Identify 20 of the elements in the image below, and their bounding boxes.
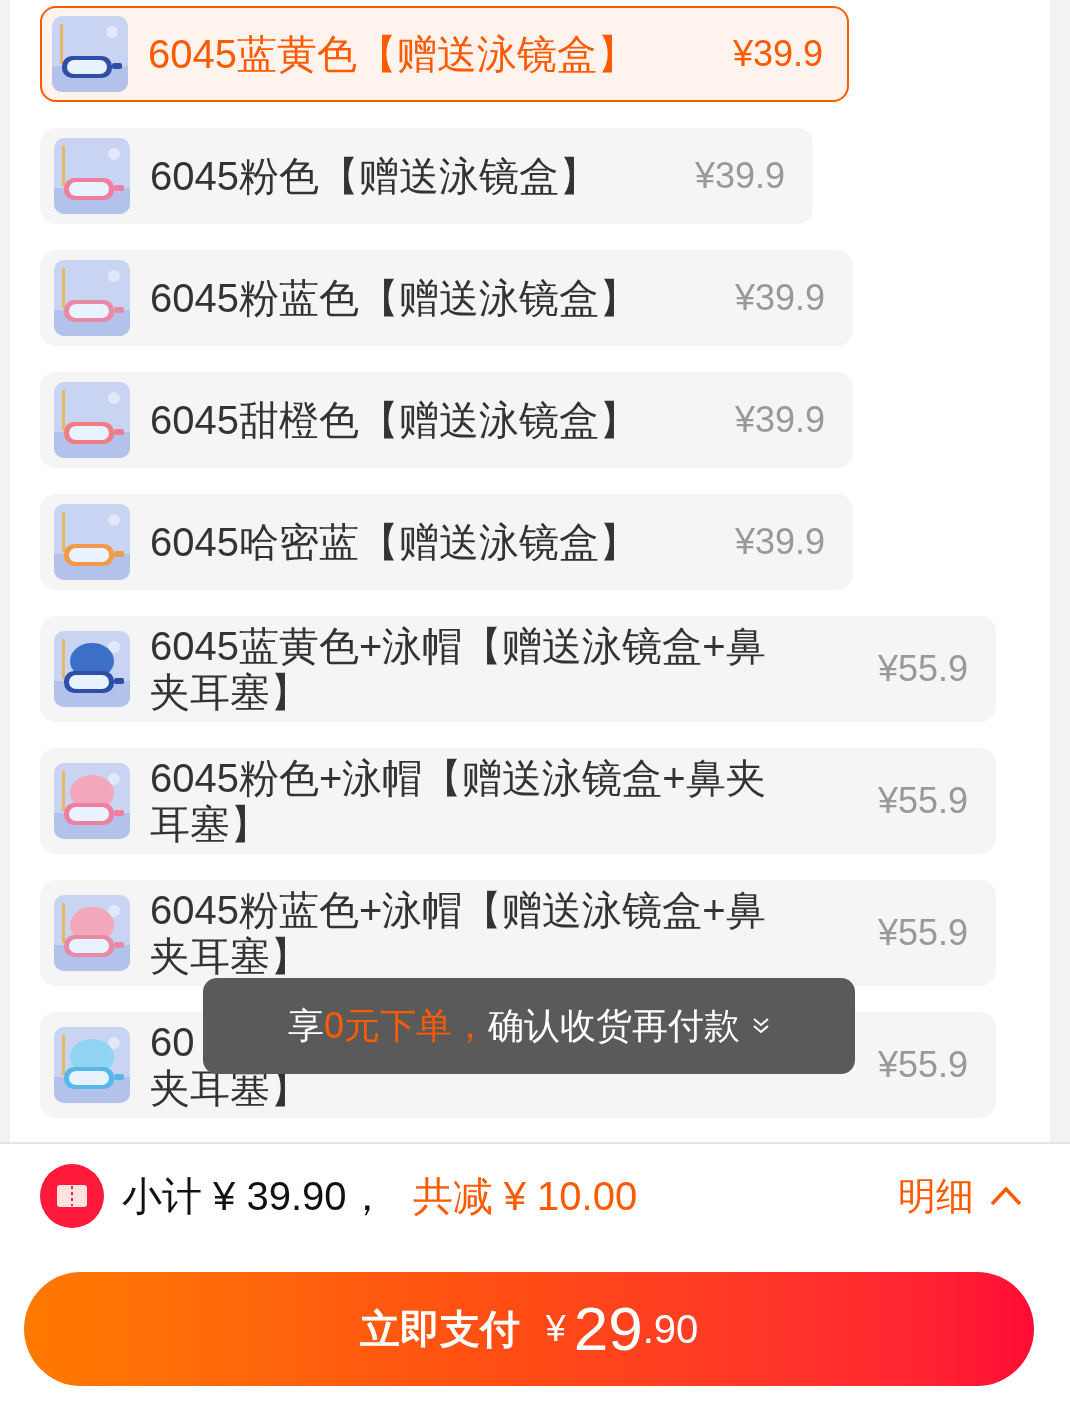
option-name: 6045粉色+泳帽【赠送泳镜盒+鼻夹耳塞】 (150, 755, 767, 847)
option-price: ¥39.9 (734, 520, 826, 564)
option-price: ¥39.9 (734, 398, 826, 442)
option-name: 6045粉蓝色【赠送泳镜盒】 (150, 275, 639, 321)
option-name: 6045甜橙色【赠送泳镜盒】 (150, 397, 639, 443)
option-name: 6045蓝黄色+泳帽【赠送泳镜盒+鼻夹耳塞】 (150, 623, 767, 715)
option-price: ¥39.9 (694, 154, 786, 198)
option-price: ¥39.9 (734, 276, 826, 320)
option-price: ¥55.9 (877, 911, 969, 955)
option-name: 6045粉色【赠送泳镜盒】 (150, 153, 599, 199)
option-name: 6045蓝黄色【赠送泳镜盒】 (148, 31, 637, 77)
option-price: ¥55.9 (877, 1043, 969, 1087)
subtotal-text: 小计 ¥ 39.90， (122, 1173, 387, 1220)
discount-text: 共减 ¥ 10.00 (412, 1173, 638, 1220)
option-name: 60 (150, 1019, 195, 1065)
option-price: ¥55.9 (877, 779, 969, 823)
option-name: 6045哈密蓝【赠送泳镜盒】 (150, 519, 639, 565)
option-name: 6045粉蓝色+泳帽【赠送泳镜盒+鼻夹耳塞】 (150, 887, 767, 979)
option-price: ¥39.9 (732, 32, 824, 76)
option-price: ¥55.9 (877, 647, 969, 691)
